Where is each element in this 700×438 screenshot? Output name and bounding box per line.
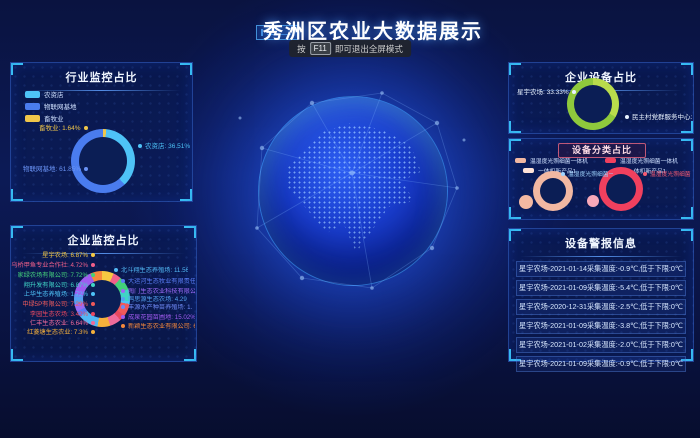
legend-item[interactable]: 畜牧业	[25, 113, 64, 123]
pie-label: 大运河生态牧业有限责任公	[121, 278, 195, 286]
alarm-row: 星宇农场-2021-01-09采集温度:-3.8℃,低于下限:0℃	[516, 318, 686, 334]
pie-label: 新颖生态农业有限公司: 6.87%	[121, 323, 195, 331]
legend-label: 畜牧业	[44, 113, 64, 123]
pie-label: 翔升发有限公司: 6.87%	[24, 282, 95, 290]
pie-label: 星宇农场: 33.33%	[517, 89, 576, 97]
panel-device-ratio: 企业设备占比 星宇农场: 33.33% 民主村党群服务中心:	[508, 62, 694, 134]
legend-item[interactable]: 农资店	[25, 89, 64, 99]
pie-label: 红菱塘生态农业: 7.3%	[27, 329, 95, 337]
legend-label: 温湿度光照细菌一体机	[530, 156, 588, 165]
pie-label: 丰源水产种苗养殖场: 1.	[121, 304, 192, 312]
pie-label: 成泉花园苗圃地: 15.02%	[121, 314, 195, 322]
legend-swatch	[515, 158, 526, 163]
globe-continent-dots	[272, 110, 434, 272]
legend-item[interactable]: 物联网基地	[25, 101, 77, 111]
panel-enterprise-ratio: 企业监控占比 星宇农场: 6.87% 乌桥甲鱼专业合作社: 4.72% 家绿农场…	[10, 225, 197, 362]
legend-swatch	[25, 115, 40, 122]
pie-label: 温湿度光照细菌一...	[643, 171, 691, 179]
pie-label: 上华生态养殖场: 1.72%	[24, 291, 95, 299]
panel-alarm-title: 设备警报信息	[509, 229, 693, 251]
pie-label: 鸭思源生态农场: 4.29	[121, 296, 187, 304]
bubble-decoration	[519, 195, 533, 209]
industry-donut-chart[interactable]	[71, 129, 135, 193]
alarm-row: 星宇农场-2021-01-14采集温度:-0.9℃,低于下限:0℃	[516, 261, 686, 277]
pie-label: 北斗翔生态养殖场: 11.56%	[114, 267, 188, 275]
pie-label: 中绿5P有限公司: 7.29%	[22, 301, 95, 309]
pie-label-iot-base: 物联网基地: 61.85%	[23, 166, 88, 174]
pie-label-livestock: 畜牧业: 1.64%	[39, 125, 88, 133]
toast-suffix: 即可退出全屏模式	[335, 43, 403, 55]
legend-label: 农资店	[44, 89, 64, 99]
legend-label: 温湿度光照细菌一体机	[620, 156, 678, 165]
device-donut-chart[interactable]	[567, 78, 619, 130]
pie-label: 家绿农场有限公司: 7.72%	[18, 272, 95, 280]
alarm-row: 星宇农场-2020-12-31采集温度:-2.5℃,低于下限:0℃	[516, 299, 686, 315]
bubble-decoration	[587, 195, 599, 207]
pie-label-agristore: 农资店: 36.51%	[138, 143, 190, 151]
pie-label: 仁丰生态农业: 6.64%	[30, 320, 95, 328]
pie-label: 温湿度光照细菌一...	[561, 171, 613, 179]
panel-alarm-info: 设备警报信息 星宇农场-2021-01-14采集温度:-0.9℃,低于下限:0℃…	[508, 228, 694, 362]
divider	[520, 256, 682, 257]
legend-swatch	[25, 103, 40, 110]
fullscreen-exit-toast: 按 F11 即可退出全屏模式	[289, 40, 411, 57]
legend-label: 物联网基地	[44, 101, 77, 111]
panel-industry-title: 行业监控占比	[11, 63, 192, 85]
pie-label: 李园生态农场: 3.42%	[30, 311, 95, 319]
f11-keycap: F11	[310, 42, 331, 55]
pie-label: 乌桥甲鱼专业合作社: 4.72%	[11, 262, 95, 270]
pie-label: 星宇农场: 6.87%	[42, 252, 95, 260]
legend-swatch	[605, 158, 616, 163]
legend-swatch	[25, 91, 40, 98]
legend-item[interactable]: 温湿度光照细菌一体机	[515, 156, 588, 165]
alarm-row: 星宇农场-2021-01-09采集温度:-5.4℃,低于下限:0℃	[516, 280, 686, 296]
panel-enterprise-title: 企业监控占比	[11, 226, 196, 248]
pie-label: 民主村党群服务中心:	[625, 114, 692, 122]
legend-item[interactable]: 温湿度光照细菌一体机	[605, 156, 678, 165]
legend-swatch	[523, 168, 534, 173]
globe-visualization	[258, 96, 448, 286]
pie-label: 陶门生态农业科技有限公	[121, 288, 195, 296]
toast-prefix: 按	[297, 43, 306, 55]
alarm-row: 星宇农场-2021-01-09采集温度:-0.9℃,低于下限:0℃	[516, 356, 686, 372]
panel-device-class-ratio: 设备分类占比 温湿度光照细菌一体机 一体机新产品1 温湿度光照细菌一体机 一体机…	[508, 138, 694, 220]
alarm-row: 星宇农场-2021-01-02采集温度:-2.0℃,低于下限:0℃	[516, 337, 686, 353]
panel-industry-ratio: 行业监控占比 农资店 物联网基地 畜牧业 畜牧业: 1.64% 农资店: 36.…	[10, 62, 193, 202]
